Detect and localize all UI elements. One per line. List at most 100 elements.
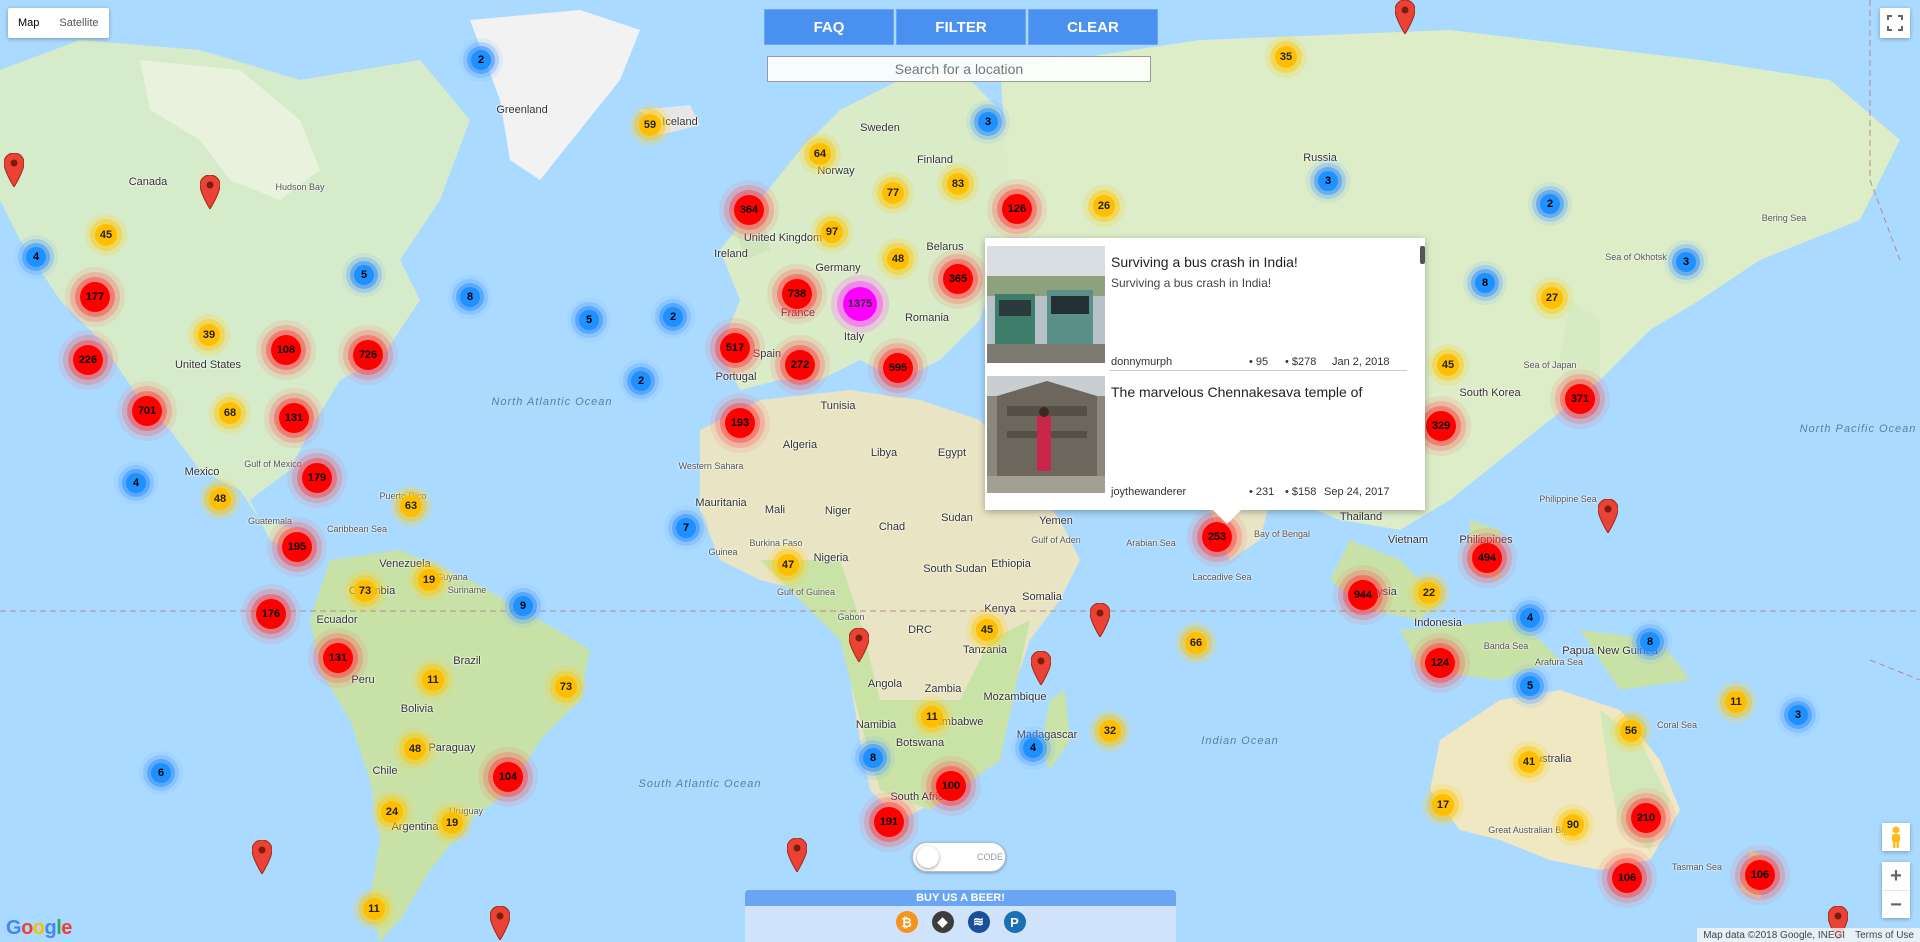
post-thumbnail[interactable]	[987, 376, 1105, 493]
marker-cluster[interactable]: 177	[80, 282, 110, 312]
marker-cluster[interactable]: 45	[1437, 354, 1459, 376]
map-pin-icon[interactable]	[489, 905, 511, 941]
marker-cluster[interactable]: 27	[1541, 287, 1563, 309]
marker-cluster[interactable]: 8	[1640, 632, 1660, 652]
marker-cluster[interactable]: 3	[1676, 252, 1696, 272]
marker-cluster[interactable]: 2	[1540, 194, 1560, 214]
zoom-in-button[interactable]: +	[1882, 862, 1910, 891]
post-author[interactable]: donnymurph	[1111, 356, 1172, 368]
marker-cluster[interactable]: 176	[256, 599, 286, 629]
marker-cluster[interactable]: 45	[976, 619, 998, 641]
marker-cluster[interactable]: 11	[921, 706, 943, 728]
map-pin-icon[interactable]	[786, 837, 808, 873]
marker-cluster[interactable]: 253	[1202, 522, 1232, 552]
marker-cluster[interactable]: 32	[1099, 720, 1121, 742]
marker-cluster[interactable]: 106	[1612, 863, 1642, 893]
post-thumbnail[interactable]	[987, 246, 1105, 363]
marker-cluster[interactable]: 5	[1520, 676, 1540, 696]
marker-cluster[interactable]: 108	[271, 335, 301, 365]
marker-cluster[interactable]: 944	[1348, 580, 1378, 610]
marker-cluster[interactable]: 17	[1432, 794, 1454, 816]
post-title[interactable]: The marvelous Chennakesava temple of	[1111, 384, 1362, 400]
marker-cluster[interactable]: 131	[279, 403, 309, 433]
post-card[interactable]: Surviving a bus crash in India! Survivin…	[987, 246, 1407, 371]
marker-cluster[interactable]: 90	[1562, 814, 1584, 836]
bitcoin-icon[interactable]: ₿	[895, 911, 918, 933]
marker-cluster[interactable]: 8	[863, 748, 883, 768]
ethereum-icon[interactable]: ◆	[931, 911, 954, 933]
zoom-out-button[interactable]: −	[1882, 891, 1910, 919]
clear-button[interactable]: CLEAR	[1028, 9, 1158, 45]
map-pin-icon[interactable]	[1030, 650, 1052, 686]
map-pin-icon[interactable]	[1089, 602, 1111, 638]
marker-cluster[interactable]: 73	[354, 580, 376, 602]
marker-cluster[interactable]: 226	[73, 345, 103, 375]
marker-cluster[interactable]: 9	[513, 596, 533, 616]
search-input[interactable]	[767, 56, 1151, 82]
marker-cluster[interactable]: 3	[1318, 171, 1338, 191]
marker-cluster[interactable]: 126	[1002, 194, 1032, 224]
map-type-satellite-button[interactable]: Satellite	[49, 8, 108, 38]
marker-cluster[interactable]: 4	[1023, 738, 1043, 758]
marker-cluster[interactable]: 77	[882, 182, 904, 204]
marker-cluster[interactable]: 701	[132, 396, 162, 426]
post-card[interactable]: The marvelous Chennakesava temple of joy…	[987, 376, 1407, 501]
marker-cluster[interactable]: 11	[422, 669, 444, 691]
marker-cluster[interactable]: 66	[1185, 632, 1207, 654]
faq-button[interactable]: FAQ	[764, 9, 894, 45]
map-pin-icon[interactable]	[199, 174, 221, 210]
marker-cluster[interactable]: 7	[676, 518, 696, 538]
marker-cluster[interactable]: 2	[471, 50, 491, 70]
map-pin-icon[interactable]	[251, 839, 273, 875]
marker-cluster[interactable]: 1375	[843, 287, 877, 321]
code-toggle[interactable]: CODE	[912, 842, 1006, 872]
marker-cluster[interactable]: 100	[936, 771, 966, 801]
marker-cluster[interactable]: 131	[323, 643, 353, 673]
marker-cluster[interactable]: 4	[26, 247, 46, 267]
marker-cluster[interactable]: 5	[354, 265, 374, 285]
marker-cluster[interactable]: 726	[353, 340, 383, 370]
marker-cluster[interactable]: 97	[821, 221, 843, 243]
marker-cluster[interactable]: 193	[725, 408, 755, 438]
marker-cluster[interactable]: 191	[874, 807, 904, 837]
marker-cluster[interactable]: 364	[734, 195, 764, 225]
map-pin-icon[interactable]	[3, 152, 25, 188]
marker-cluster[interactable]: 73	[555, 676, 577, 698]
marker-cluster[interactable]: 494	[1472, 543, 1502, 573]
marker-cluster[interactable]: 41	[1518, 751, 1540, 773]
marker-cluster[interactable]: 3	[978, 112, 998, 132]
fullscreen-button[interactable]	[1880, 8, 1910, 38]
marker-cluster[interactable]: 6	[151, 763, 171, 783]
marker-cluster[interactable]: 48	[404, 738, 426, 760]
marker-cluster[interactable]: 19	[441, 812, 463, 834]
post-title[interactable]: Surviving a bus crash in India!	[1111, 254, 1298, 270]
steem-icon[interactable]: ≋	[967, 911, 990, 933]
map-pin-icon[interactable]	[848, 627, 870, 663]
marker-cluster[interactable]: 68	[219, 402, 241, 424]
marker-cluster[interactable]: 3	[1788, 705, 1808, 725]
popup-scrollbar[interactable]	[1420, 246, 1425, 264]
marker-cluster[interactable]: 11	[363, 898, 385, 920]
map-pin-icon[interactable]	[1394, 0, 1416, 35]
marker-cluster[interactable]: 59	[639, 114, 661, 136]
filter-button[interactable]: FILTER	[896, 9, 1026, 45]
toggle-knob[interactable]	[917, 846, 939, 868]
marker-cluster[interactable]: 83	[947, 173, 969, 195]
marker-cluster[interactable]: 106	[1745, 860, 1775, 890]
marker-cluster[interactable]: 272	[785, 350, 815, 380]
marker-cluster[interactable]: 56	[1620, 720, 1642, 742]
marker-cluster[interactable]: 4	[126, 473, 146, 493]
marker-cluster[interactable]: 738	[782, 279, 812, 309]
world-map[interactable]: Greenland Iceland Sweden Finland Norway Russi…	[0, 0, 1920, 942]
marker-cluster[interactable]: 124	[1425, 648, 1455, 678]
marker-cluster[interactable]: 8	[460, 287, 480, 307]
post-author[interactable]: joythewanderer	[1111, 486, 1186, 498]
marker-cluster[interactable]: 195	[282, 532, 312, 562]
marker-cluster[interactable]: 26	[1093, 195, 1115, 217]
marker-cluster[interactable]: 8	[1475, 273, 1495, 293]
marker-cluster[interactable]: 2	[663, 307, 683, 327]
marker-cluster[interactable]: 63	[400, 495, 422, 517]
marker-cluster[interactable]: 22	[1418, 582, 1440, 604]
marker-cluster[interactable]: 11	[1725, 691, 1747, 713]
marker-cluster[interactable]: 4	[1520, 608, 1540, 628]
